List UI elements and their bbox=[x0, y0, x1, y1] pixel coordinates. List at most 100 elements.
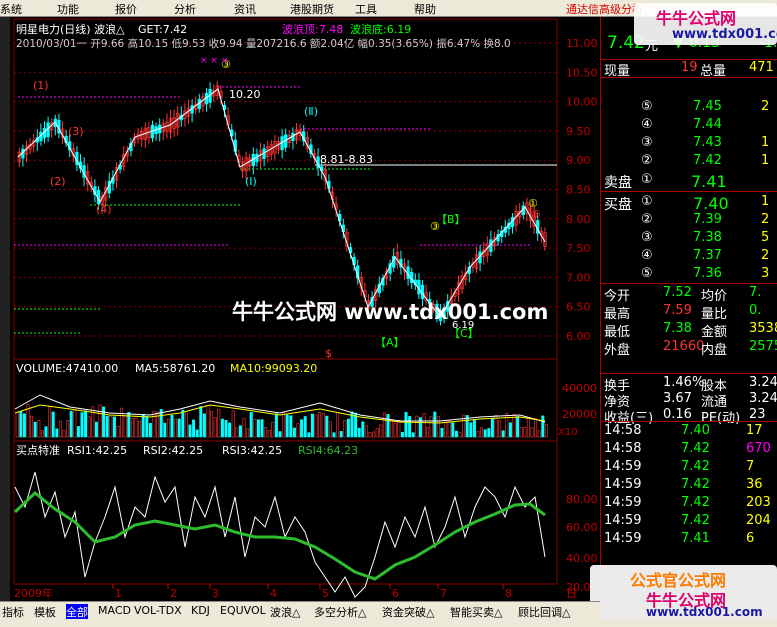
tab-9[interactable]: 资金突破△ bbox=[382, 604, 434, 620]
tab-7[interactable]: 波浪△ bbox=[270, 604, 300, 620]
tab-1[interactable]: 模板 bbox=[34, 604, 56, 620]
buy-row-p: 7.40 bbox=[693, 194, 729, 213]
stat-row-l2: 金额 bbox=[701, 325, 728, 340]
watermark-title: 牛牛公式网 bbox=[656, 9, 737, 28]
volume-bar bbox=[192, 419, 196, 438]
buy-row-n: ① bbox=[641, 194, 653, 209]
indicator-tab-bar: 指标 模板 全部 MACD VOL-TDX KDJ EQUVOL 波浪△ 多空分析△ 资金突破△ 智… bbox=[0, 601, 600, 620]
volume-ma10: MA10:99093.20 bbox=[230, 362, 317, 375]
menu-analysis[interactable]: 分析 bbox=[174, 1, 196, 17]
volume-bar bbox=[238, 425, 242, 438]
wave-bottom: 波浪底:6.19 bbox=[350, 22, 411, 36]
sell-row-v: 1 bbox=[761, 153, 770, 168]
stat2-row-v2: 3.24 bbox=[749, 391, 777, 406]
stat-row-v1: 7.52 bbox=[663, 285, 692, 300]
tick-row-p: 7.41 bbox=[681, 531, 710, 546]
menu-system[interactable]: 系统 bbox=[0, 1, 22, 17]
rsi3-value: RSI3:42.25 bbox=[222, 444, 282, 457]
menu-quote[interactable]: 报价 bbox=[115, 1, 137, 17]
volume-bar bbox=[256, 419, 260, 438]
tick-row-v: 670 bbox=[746, 441, 771, 456]
tab-6[interactable]: EQUVOL bbox=[220, 604, 266, 617]
volume-bar bbox=[400, 432, 404, 438]
wave-label-3: (3) bbox=[68, 125, 84, 138]
tab-4[interactable]: VOL-TDX bbox=[134, 604, 182, 617]
sell-row-p: 7.42 bbox=[693, 153, 722, 168]
volume-title: VOLUME:47410.00 bbox=[16, 362, 118, 375]
volume-bar bbox=[220, 418, 224, 438]
stat2-row-v1: 0.16 bbox=[663, 407, 692, 422]
rsi-tick-40: 40.00 bbox=[566, 552, 598, 565]
top-watermark: 牛牛公式网 www.tdx001.com bbox=[634, 3, 777, 45]
tab-2[interactable]: 全部 bbox=[66, 604, 88, 620]
menu-info[interactable]: 资讯 bbox=[234, 1, 256, 17]
volume-bar bbox=[469, 422, 473, 438]
rsi1-value: RSI1:42.25 bbox=[67, 444, 127, 457]
tick-row-v: 36 bbox=[746, 477, 763, 492]
x-axis-label: 7 bbox=[440, 587, 447, 600]
menu-tools[interactable]: 工具 bbox=[355, 1, 377, 17]
sell-label: 卖盘 bbox=[604, 175, 632, 191]
volume-bar bbox=[19, 411, 23, 438]
tab-3[interactable]: MACD bbox=[98, 604, 131, 617]
zongliang-value: 471 bbox=[749, 60, 774, 75]
volume-bar bbox=[332, 432, 336, 438]
volume-bar bbox=[148, 423, 152, 438]
tick-row-t: 14:59 bbox=[604, 477, 642, 492]
volume-bar bbox=[339, 431, 343, 438]
volume-bar bbox=[274, 413, 278, 438]
price-tick: 7.50 bbox=[566, 242, 591, 255]
buy-row-v: 5 bbox=[761, 230, 770, 245]
volume-bar bbox=[80, 412, 84, 438]
tab-8[interactable]: 多空分析△ bbox=[314, 604, 366, 620]
menu-function[interactable]: 功能 bbox=[57, 1, 79, 17]
price-tick: 8.00 bbox=[566, 213, 591, 226]
tab-0[interactable]: 指标 bbox=[2, 604, 24, 620]
stat-row-v1: 7.59 bbox=[663, 303, 692, 318]
x-axis-label: 5 bbox=[322, 587, 329, 600]
wave-top: 波浪顶:7.48 bbox=[282, 22, 343, 36]
volume-bar bbox=[195, 429, 199, 438]
tab-5[interactable]: KDJ bbox=[191, 604, 210, 617]
range-label: 8.81-8.83 bbox=[320, 153, 373, 166]
buy-row-p: 7.38 bbox=[693, 230, 722, 245]
volume-bar bbox=[472, 419, 476, 438]
stat2-row-v1: 3.67 bbox=[663, 391, 692, 406]
rsi-title: 买点特准 bbox=[16, 443, 60, 457]
tick-row-v: 6 bbox=[746, 531, 755, 546]
menu-help[interactable]: 帮助 bbox=[414, 1, 436, 17]
volume-bar bbox=[440, 427, 444, 438]
volume-bar bbox=[300, 419, 304, 438]
stat-row-v2: 2575 bbox=[749, 339, 777, 354]
menu-hk-futures[interactable]: 港股期货 bbox=[290, 1, 334, 17]
label-B: 【B】 bbox=[436, 213, 466, 226]
volume-bar bbox=[33, 421, 37, 438]
sell-row-n: ① bbox=[641, 172, 653, 187]
rsi-tick-60: 60.00 bbox=[566, 521, 598, 534]
volume-bar bbox=[501, 430, 505, 438]
status-bar bbox=[0, 619, 777, 627]
price-tick: 8.50 bbox=[566, 184, 591, 197]
tick-row-t: 14:59 bbox=[604, 459, 642, 474]
rsi2-value: RSI2:42.25 bbox=[143, 444, 203, 457]
price-tick: 11.00 bbox=[566, 37, 598, 50]
tick-row-t: 14:58 bbox=[604, 441, 642, 456]
rsi-tick-80: 80.00 bbox=[566, 493, 598, 506]
tick-row-p: 7.42 bbox=[681, 495, 710, 510]
stat-row-l1: 最低 bbox=[604, 325, 631, 340]
volume-bar bbox=[483, 429, 487, 438]
buy-row-n: ② bbox=[641, 212, 653, 227]
tick-row-v: 203 bbox=[746, 495, 771, 510]
x-axis-label: 4 bbox=[270, 587, 277, 600]
volume-bar bbox=[84, 410, 88, 438]
info-line: 2010/03/01一 开9.66 高10.15 低9.53 收9.94 量20… bbox=[16, 37, 511, 50]
sell-row-p: 7.45 bbox=[693, 99, 722, 114]
tab-10[interactable]: 智能买卖△ bbox=[450, 604, 502, 620]
volume-bar bbox=[69, 410, 73, 438]
volume-bar bbox=[188, 424, 192, 438]
wave-I-label: (Ⅰ) bbox=[245, 175, 257, 188]
center-watermark: 牛牛公式网 www.tdx001.com bbox=[232, 300, 549, 324]
x-axis-label: 6 bbox=[392, 587, 399, 600]
volume-bar bbox=[454, 430, 458, 438]
tab-11[interactable]: 顾比回调△ bbox=[518, 604, 570, 620]
